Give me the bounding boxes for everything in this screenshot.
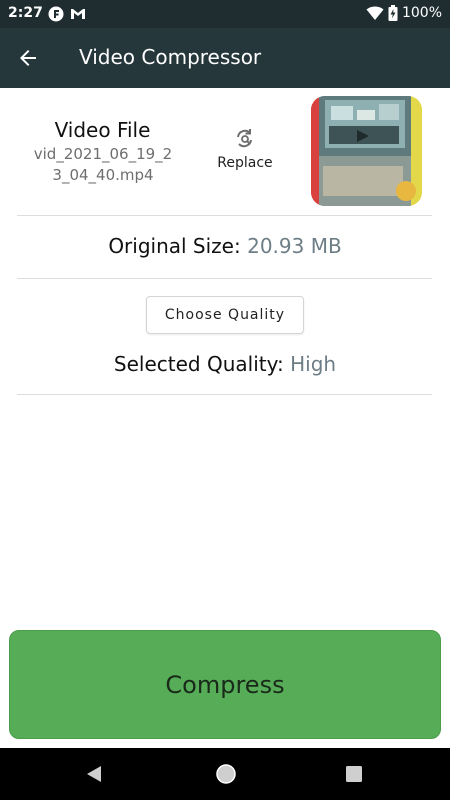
nav-recents-button[interactable] — [345, 765, 363, 787]
page-title: Video Compressor — [79, 45, 262, 69]
app-bar: Video Compressor — [0, 28, 450, 88]
video-file-section: Video File vid_2021_06_19_2 3_04_40.mp4 … — [0, 88, 450, 216]
gmail-icon — [71, 9, 85, 19]
status-notification-icons — [48, 6, 86, 22]
original-size-row: Original Size: 20.93 MB — [0, 234, 450, 258]
video-thumbnail[interactable] — [311, 96, 422, 206]
original-size-value: 20.93 MB — [247, 234, 342, 258]
divider — [17, 215, 432, 216]
back-button[interactable] — [14, 44, 42, 72]
original-size-label: Original Size: — [108, 234, 241, 258]
refresh-search-icon — [237, 129, 252, 148]
nav-home-button[interactable] — [215, 763, 237, 789]
status-system-icons: 100% — [366, 5, 442, 21]
compress-button[interactable]: Compress — [9, 630, 441, 739]
video-thumbnail-image — [311, 96, 422, 206]
divider — [17, 278, 432, 279]
battery-percent: 100% — [401, 5, 442, 21]
battery-icon — [388, 5, 398, 21]
arrow-left-icon — [20, 50, 36, 66]
video-file-title: Video File — [54, 118, 151, 142]
nav-home-icon — [216, 764, 236, 784]
status-bar: 2:27 100% — [0, 0, 450, 28]
selected-quality-row: Selected Quality: High — [0, 352, 450, 376]
choose-quality-button[interactable]: Choose Quality — [146, 296, 304, 334]
notification-f-icon — [48, 6, 64, 22]
video-file-name-line2: 3_04_40.mp4 — [52, 166, 154, 184]
nav-recents-icon — [346, 766, 362, 782]
video-file-name-line1: vid_2021_06_19_2 — [33, 145, 173, 163]
navigation-bar — [0, 748, 450, 800]
nav-back-button[interactable] — [85, 765, 103, 787]
status-time: 2:27 — [8, 5, 43, 21]
nav-back-icon — [87, 766, 101, 782]
replace-label: Replace — [217, 155, 273, 171]
selected-quality-value: High — [290, 352, 337, 376]
video-file-name: vid_2021_06_19_2 3_04_40.mp4 — [28, 144, 178, 186]
wifi-icon — [366, 6, 384, 20]
selected-quality-label: Selected Quality: — [113, 352, 284, 376]
divider — [17, 394, 432, 395]
replace-button[interactable]: Replace — [210, 128, 280, 176]
